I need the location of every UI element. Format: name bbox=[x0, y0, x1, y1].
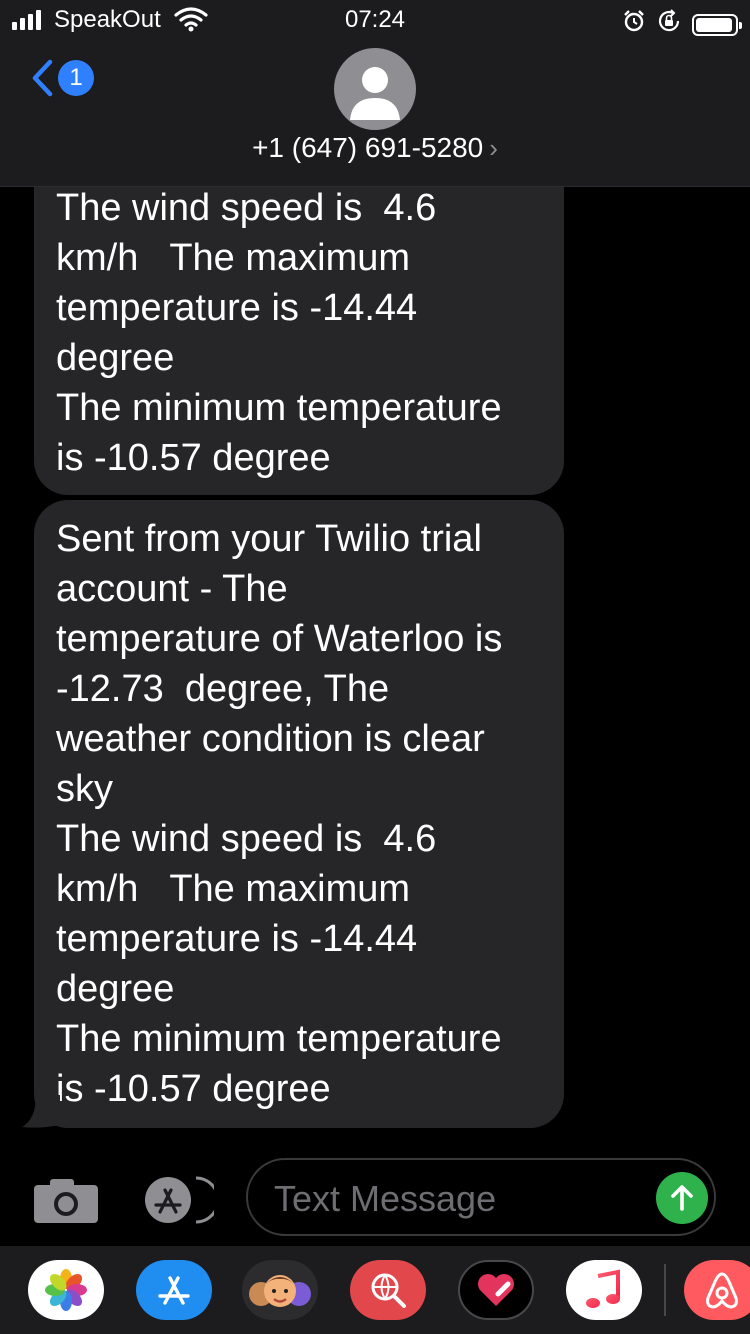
send-button[interactable] bbox=[656, 1172, 708, 1224]
orientation-lock-icon bbox=[656, 8, 682, 41]
camera-button[interactable] bbox=[34, 1177, 98, 1223]
alarm-icon bbox=[622, 9, 646, 40]
compose-bar bbox=[0, 1150, 750, 1246]
conversation-header: SpeakOut 07:24 1 +1 (647) 691-5280 › bbox=[0, 0, 750, 187]
music-icon bbox=[586, 1269, 620, 1308]
battery-icon bbox=[692, 13, 742, 36]
back-button[interactable]: 1 bbox=[30, 58, 94, 98]
photos-app-button[interactable] bbox=[28, 1260, 104, 1320]
imessage-app-drawer bbox=[0, 1246, 750, 1334]
digital-touch-app-button[interactable] bbox=[458, 1260, 534, 1320]
contact-avatar[interactable] bbox=[334, 48, 416, 130]
airbnb-icon bbox=[706, 1272, 738, 1309]
incoming-message-bubble[interactable]: The wind speed is 4.6 km/h The maximum t… bbox=[34, 187, 564, 495]
camera-icon bbox=[34, 1179, 98, 1223]
memoji-icon bbox=[249, 1275, 311, 1307]
chevron-left-icon bbox=[32, 59, 53, 97]
drawer-divider bbox=[664, 1264, 666, 1316]
chevron-right-icon: › bbox=[489, 133, 498, 163]
unread-count-badge: 1 bbox=[58, 60, 94, 96]
digital-touch-icon bbox=[478, 1274, 514, 1306]
app-store-icon bbox=[145, 1176, 220, 1224]
status-bar: SpeakOut 07:24 bbox=[0, 0, 750, 40]
web-search-app-button[interactable] bbox=[350, 1260, 426, 1320]
memoji-app-button[interactable] bbox=[242, 1260, 318, 1320]
bubble-tail bbox=[22, 1095, 60, 1128]
message-input-field[interactable] bbox=[246, 1158, 716, 1236]
photos-icon bbox=[45, 1269, 87, 1311]
app-store-icon bbox=[158, 1276, 190, 1305]
apps-button[interactable] bbox=[138, 1174, 220, 1226]
airbnb-app-button[interactable] bbox=[684, 1260, 750, 1320]
web-search-icon bbox=[371, 1273, 406, 1308]
app-store-app-button[interactable] bbox=[136, 1260, 212, 1320]
message-thread[interactable]: The wind speed is 4.6 km/h The maximum t… bbox=[0, 187, 750, 1147]
contact-name-button[interactable]: +1 (647) 691-5280 › bbox=[0, 132, 750, 164]
arrow-up-icon bbox=[671, 1185, 693, 1211]
battery-level bbox=[696, 17, 732, 32]
incoming-message-bubble[interactable]: Sent from your Twilio trial account - Th… bbox=[34, 500, 564, 1128]
person-icon bbox=[350, 67, 400, 120]
status-icons bbox=[622, 8, 742, 41]
message-input[interactable] bbox=[272, 1172, 636, 1226]
music-app-button[interactable] bbox=[566, 1260, 642, 1320]
contact-phone-number: +1 (647) 691-5280 bbox=[252, 132, 484, 163]
